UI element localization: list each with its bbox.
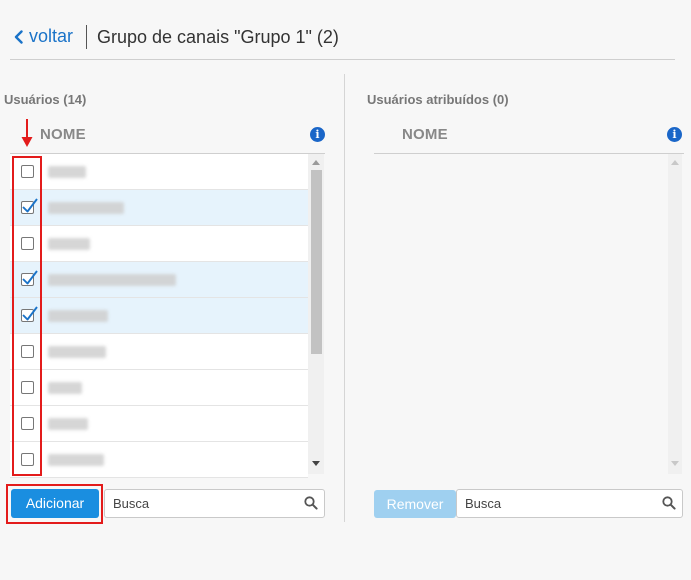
add-button[interactable]: Adicionar xyxy=(11,489,99,518)
user-name-redacted xyxy=(48,310,108,322)
left-column-header: NOME i xyxy=(10,116,325,154)
annotation-arrow-icon xyxy=(21,119,33,147)
user-row[interactable] xyxy=(10,262,308,298)
right-search-input[interactable] xyxy=(465,490,645,517)
back-link[interactable]: voltar xyxy=(14,26,73,47)
checkmark-icon xyxy=(22,306,38,321)
user-checkbox[interactable] xyxy=(21,306,38,322)
user-checkbox[interactable] xyxy=(21,165,34,178)
user-name-redacted xyxy=(48,346,106,358)
left-search-input[interactable] xyxy=(113,490,293,517)
users-list xyxy=(10,154,308,478)
page-header: voltar Grupo de canais "Grupo 1" (2) xyxy=(0,0,691,74)
scroll-down-arrow-icon[interactable] xyxy=(312,461,320,466)
scroll-up-arrow-icon[interactable] xyxy=(312,160,320,165)
left-search-field[interactable] xyxy=(104,489,325,518)
user-row[interactable] xyxy=(10,442,308,478)
user-name-redacted xyxy=(48,202,124,214)
user-checkbox[interactable] xyxy=(21,453,34,466)
user-row[interactable] xyxy=(10,190,308,226)
right-scrollbar[interactable] xyxy=(668,154,682,474)
checkmark-icon xyxy=(22,198,38,213)
chevron-left-icon xyxy=(14,29,23,44)
back-label: voltar xyxy=(29,26,74,46)
page-title: Grupo de canais "Grupo 1" (2) xyxy=(97,27,339,47)
user-name-redacted xyxy=(48,454,104,466)
user-row[interactable] xyxy=(10,334,308,370)
search-icon[interactable] xyxy=(304,496,318,510)
user-row[interactable] xyxy=(10,154,308,190)
info-icon[interactable]: i xyxy=(310,127,325,142)
left-scroll-thumb[interactable] xyxy=(311,170,322,354)
user-checkbox[interactable] xyxy=(21,270,38,286)
user-name-redacted xyxy=(48,238,90,250)
search-icon[interactable] xyxy=(662,496,676,510)
user-name-redacted xyxy=(48,166,86,178)
user-checkbox[interactable] xyxy=(21,381,34,394)
panel-divider xyxy=(344,74,345,522)
user-row[interactable] xyxy=(10,406,308,442)
user-row[interactable] xyxy=(10,370,308,406)
user-row[interactable] xyxy=(10,298,308,334)
scroll-up-arrow-icon[interactable] xyxy=(671,160,679,165)
remove-button[interactable]: Remover xyxy=(374,490,456,518)
title-separator xyxy=(86,25,87,49)
users-section-title: Usuários (14) xyxy=(4,92,87,107)
right-column-header: NOME i xyxy=(374,116,684,154)
info-icon[interactable]: i xyxy=(667,127,682,142)
name-column-label: NOME xyxy=(40,126,86,143)
user-name-redacted xyxy=(48,418,88,430)
user-checkbox[interactable] xyxy=(21,198,38,214)
user-name-redacted xyxy=(48,274,176,286)
assigned-section-title: Usuários atribuídos (0) xyxy=(367,92,509,107)
header-divider xyxy=(10,59,675,60)
user-checkbox[interactable] xyxy=(21,237,34,250)
name-column-label: NOME xyxy=(402,126,448,143)
user-name-redacted xyxy=(48,382,82,394)
assigned-users-list xyxy=(374,154,668,474)
checkmark-icon xyxy=(22,270,38,285)
user-checkbox[interactable] xyxy=(21,345,34,358)
user-row[interactable] xyxy=(10,226,308,262)
scroll-down-arrow-icon[interactable] xyxy=(671,461,679,466)
right-search-field[interactable] xyxy=(456,489,683,518)
user-checkbox[interactable] xyxy=(21,417,34,430)
